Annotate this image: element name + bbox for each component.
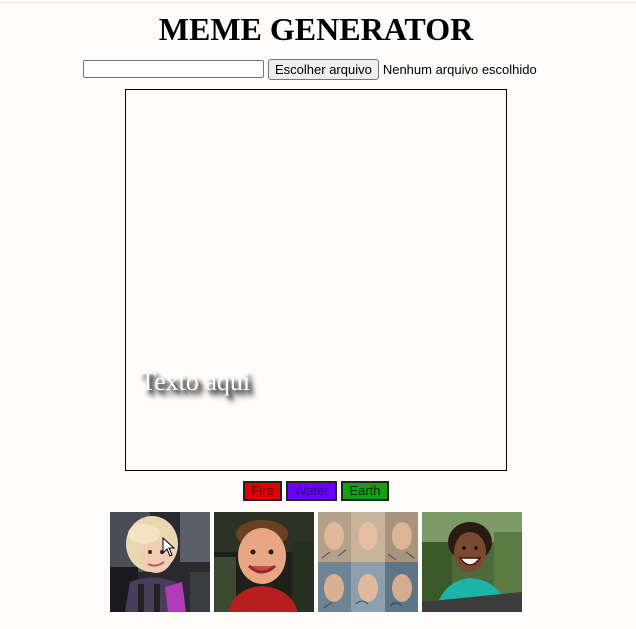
choose-file-button[interactable]: Escolher arquivo (268, 58, 379, 80)
photo-icon (422, 512, 522, 612)
theme-buttons: Fire Water Earth (243, 481, 389, 501)
photo-icon (214, 512, 314, 612)
meme-thumb-woman-laughing[interactable] (422, 512, 522, 612)
meme-text-input[interactable] (83, 60, 264, 78)
meme-thumb-boy-smile[interactable] (214, 512, 314, 612)
theme-fire-button[interactable]: Fire (243, 481, 282, 501)
photo-icon (110, 512, 210, 612)
meme-overlay-text: Texto aqui (140, 367, 251, 396)
meme-thumb-girl-car[interactable] (110, 512, 210, 612)
photo-icon (318, 512, 418, 612)
mouse-cursor-icon (162, 537, 176, 557)
file-status-label: Nenhum arquivo escolhido (382, 61, 537, 77)
meme-gallery (110, 512, 522, 612)
top-divider (0, 2, 636, 3)
theme-earth-button[interactable]: Earth (341, 481, 389, 501)
controls-row: Escolher arquivo Nenhum arquivo escolhid… (83, 58, 537, 80)
meme-canvas[interactable]: Texto aqui (125, 89, 507, 471)
meme-thumb-math-lady[interactable] (318, 512, 418, 612)
theme-water-button[interactable]: Water (286, 481, 337, 501)
page-title: MEME GENERATOR (158, 11, 474, 47)
